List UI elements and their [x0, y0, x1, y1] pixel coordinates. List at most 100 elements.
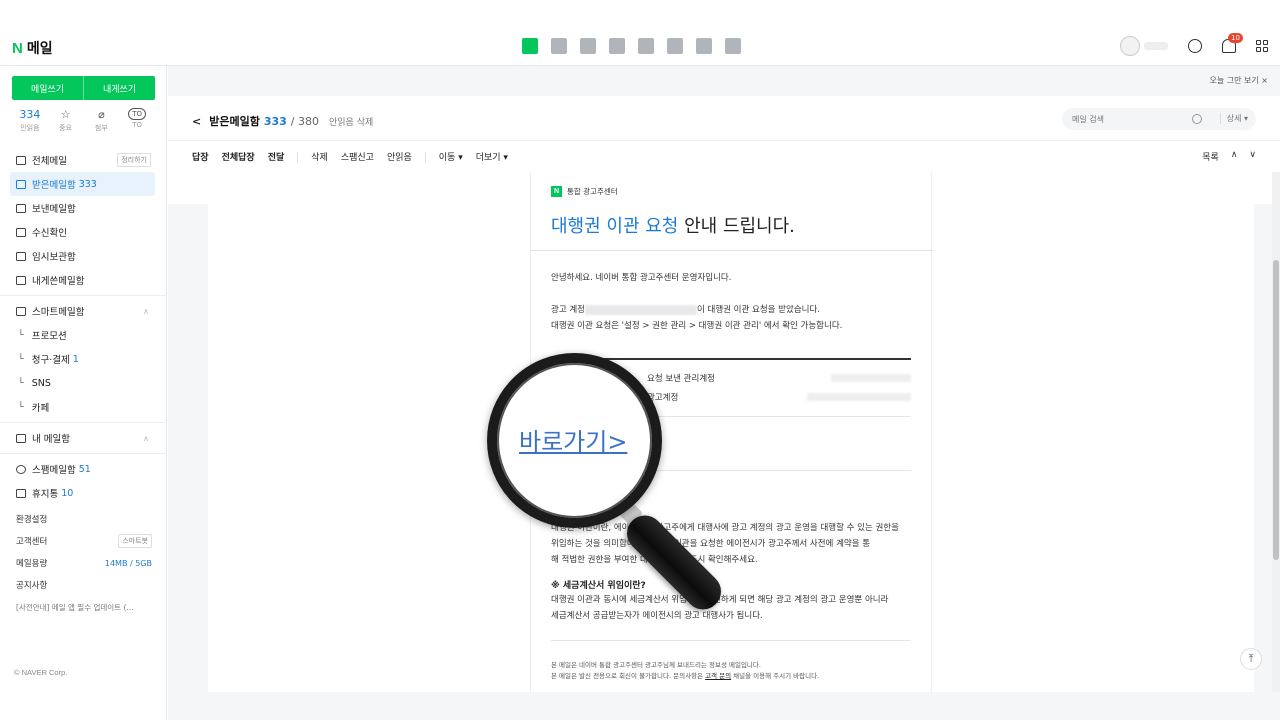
spam-report-button[interactable]: 스팸신고 [341, 150, 374, 163]
next-mail-icon[interactable]: ∨ [1249, 150, 1256, 163]
block-icon [16, 464, 26, 474]
sidebar-item-spam[interactable]: 스팸메일함 51 [0, 457, 167, 481]
sidebar-item-sns[interactable]: └ SNS [0, 371, 167, 395]
mark-unread-button[interactable]: 안읽음 [387, 150, 412, 163]
sidebar-item-receipt[interactable]: 수신확인 [0, 220, 167, 244]
forward-button[interactable]: 전달 [268, 150, 285, 163]
avatar[interactable] [1120, 36, 1140, 56]
sidebar-item-smart[interactable]: 스마트메일함 ∧ [0, 299, 167, 323]
quick-stats: 334 안읽음 ☆ 중요 ⌀ 첨부 TO TO [12, 108, 155, 133]
app-title[interactable]: 메일 [27, 38, 53, 58]
stat-to[interactable]: TO TO [119, 108, 155, 133]
self-mail-icon [16, 275, 26, 285]
go-link-zoomed[interactable]: 바로가기> [519, 422, 627, 457]
smartbot-button[interactable]: 스마트봇 [118, 534, 152, 548]
scrollbar[interactable] [1272, 172, 1280, 692]
list-nav: 목록 ∧ ∨ [1202, 150, 1256, 163]
sidebar-item-promotion[interactable]: └ 프로모션 [0, 323, 167, 347]
to-icon: TO [128, 108, 147, 120]
request-text: 광고 계정 이 대행권 이관 요청을 받았습니다. 대행권 이관 요청은 '설정 … [551, 304, 843, 331]
organize-button[interactable]: 정리하기 [117, 153, 151, 167]
naver-n-icon: N [551, 186, 562, 197]
sidebar-item-cafe[interactable]: └ 카페 [0, 395, 167, 419]
star-icon: ☆ [60, 108, 71, 121]
notification-badge: 10 [1228, 33, 1243, 43]
notice-title: 공지사항 [16, 581, 48, 591]
mybox-icon[interactable] [638, 38, 654, 54]
write-to-me-button[interactable]: 내게쓰기 [83, 76, 155, 100]
top-bar: N 메일 10 [0, 0, 1280, 66]
talk-icon[interactable] [1188, 39, 1202, 53]
scroll-top-button[interactable]: ⤒ [1240, 648, 1262, 670]
chevron-up-icon[interactable]: ∧ [143, 307, 149, 316]
more-button[interactable]: 더보기 ▾ [476, 150, 508, 163]
paperclip-icon: ⌀ [98, 108, 105, 121]
search-input[interactable] [1072, 114, 1182, 124]
mail-headline: 대행권 이관 요청 안내 드립니다. [551, 216, 795, 237]
user-name [1144, 42, 1168, 50]
notice-link[interactable]: [사전안내] 메일 앱 필수 업데이트 (... [16, 596, 152, 618]
sidebar-item-billing[interactable]: └ 청구·결제 1 [0, 347, 167, 371]
search-icon[interactable] [1192, 114, 1202, 124]
sidebar-item-inbox[interactable]: 받은메일함 333 [10, 172, 155, 196]
sidebar-item-all[interactable]: 전체메일 정리하기 [0, 148, 167, 172]
calendar-icon[interactable] [551, 38, 567, 54]
mail-body-view: N 통합 광고주센터 대행권 이관 요청 안내 드립니다. 안녕하세요. 네이버… [208, 172, 1254, 692]
service-icons [522, 38, 741, 54]
send-icon [16, 203, 26, 213]
delete-button[interactable]: 삭제 [311, 150, 328, 163]
scroll-thumb[interactable] [1273, 260, 1279, 560]
mailbox-name: 받은메일함 [209, 115, 260, 128]
account-id-redacted [584, 304, 697, 315]
inbox-icon [16, 179, 26, 189]
settings-link[interactable]: 환경설정 [16, 508, 152, 530]
bell-icon[interactable]: 10 [1222, 33, 1243, 53]
mail-service-icon[interactable] [522, 38, 538, 54]
sidebar-item-self[interactable]: 내게쓴메일함 [0, 268, 167, 292]
sidebar-item-drafts[interactable]: 임시보관함 [0, 244, 167, 268]
memo-icon[interactable] [667, 38, 683, 54]
delete-unread-button[interactable]: 안읽음 삭제 [329, 115, 373, 128]
sidebar-item-trash[interactable]: 휴지통 10 [0, 481, 167, 505]
compose-button[interactable]: 메일쓰기 [12, 76, 83, 100]
bookmark-icon[interactable] [725, 38, 741, 54]
photo-icon[interactable] [580, 38, 596, 54]
home-icon[interactable] [696, 38, 712, 54]
sender-line: N 통합 광고주센터 [551, 186, 618, 197]
sidebar: 메일쓰기 내게쓰기 334 안읽음 ☆ 중요 ⌀ 첨부 TO TO 전체메일 정리하기 받… [0, 66, 167, 720]
folder-icon [16, 433, 26, 443]
divider [0, 453, 167, 454]
sidebar-item-my-mailbox[interactable]: 내 메일함 ∧ [0, 426, 167, 450]
reply-all-button[interactable]: 전체답장 [222, 150, 255, 163]
sidebar-item-sent[interactable]: 보낸메일함 [0, 196, 167, 220]
customer-inquiry-link[interactable]: 고객 문의 [705, 672, 731, 680]
total-count: / 380 [290, 115, 319, 128]
top-right-tools: 10 [1120, 33, 1268, 56]
copyright: © NAVER Corp. [14, 668, 68, 677]
stat-unread[interactable]: 334 안읽음 [12, 108, 48, 133]
naver-logo-icon[interactable]: N [12, 40, 23, 57]
list-button[interactable]: 목록 [1202, 150, 1219, 163]
unread-count: 333 [263, 115, 287, 128]
search-box: 상세 ▾ [1062, 108, 1256, 130]
profile[interactable] [1120, 36, 1168, 56]
reply-button[interactable]: 답장 [192, 150, 209, 163]
main-area: 오늘 그만 보기 × < 받은메일함 333 / 380 안읽음 삭제 상세 ▾… [168, 66, 1280, 720]
prev-mail-icon[interactable]: ∧ [1231, 150, 1238, 163]
detail-search-button[interactable]: 상세 ▾ [1219, 113, 1248, 124]
stat-important[interactable]: ☆ 중요 [48, 108, 84, 133]
dismiss-today-button[interactable]: 오늘 그만 보기 × [1210, 75, 1269, 86]
support-link[interactable]: 고객센터 스마트봇 [16, 530, 152, 552]
contacts-icon[interactable] [609, 38, 625, 54]
apps-grid-icon[interactable] [1256, 40, 1268, 52]
stat-attachment[interactable]: ⌀ 첨부 [84, 108, 120, 133]
divider [0, 422, 167, 423]
move-button[interactable]: 이동 ▾ [439, 150, 463, 163]
chevron-up-icon[interactable]: ∧ [143, 434, 149, 443]
back-icon[interactable]: < [192, 115, 201, 128]
folder-list: 전체메일 정리하기 받은메일함 333 보낸메일함 수신확인 임시보관함 내게쓴메일… [0, 148, 167, 505]
mailbox-header: < 받은메일함 333 / 380 안읽음 삭제 [192, 113, 373, 129]
naver-mail-logo[interactable]: N 메일 [12, 38, 53, 58]
mail-footer: 본 메일은 네이버 통합 광고주센터 광고주님께 보내드리는 정보성 메일입니다… [551, 661, 820, 680]
mail-icon [16, 155, 26, 165]
